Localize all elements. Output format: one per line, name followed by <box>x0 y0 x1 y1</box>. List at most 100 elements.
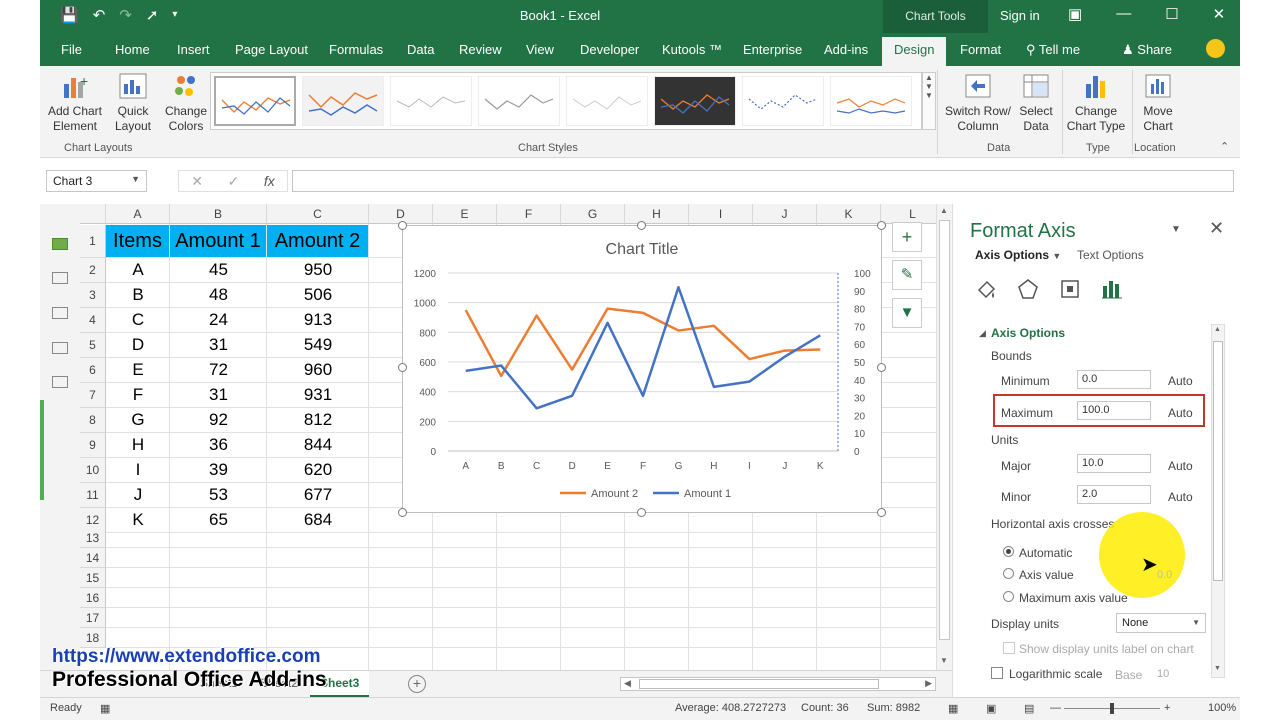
table-cell[interactable]: 812 <box>267 410 369 430</box>
sidebar-table-icon[interactable] <box>52 342 68 354</box>
column-header-h[interactable]: H <box>625 204 689 224</box>
select-all-corner[interactable] <box>80 204 106 224</box>
minimum-input[interactable]: 0.0 <box>1077 370 1151 389</box>
sign-in-link[interactable]: Sign in <box>1000 8 1040 23</box>
table-header-cell[interactable]: Amount 2 <box>267 225 368 257</box>
chart-resize-handle[interactable] <box>398 221 407 230</box>
table-cell[interactable]: J <box>106 485 170 505</box>
section-collapse-icon[interactable]: ◢ <box>979 328 986 339</box>
row-header[interactable]: 1 <box>80 225 106 258</box>
chart-style-5[interactable] <box>566 76 648 126</box>
minimum-auto-button[interactable]: Auto <box>1168 374 1193 388</box>
automatic-radio[interactable] <box>1003 546 1014 557</box>
row-header[interactable]: 7 <box>80 383 106 408</box>
tell-me-search[interactable]: ⚲ Tell me <box>1026 42 1080 58</box>
table-cell[interactable]: 45 <box>170 260 267 280</box>
table-cell[interactable]: 65 <box>170 510 267 530</box>
horizontal-scroll-thumb[interactable] <box>639 679 879 689</box>
add-sheet-icon[interactable]: + <box>408 675 426 693</box>
chart-resize-handle[interactable] <box>398 363 407 372</box>
name-box-dropdown-icon[interactable]: ▼ <box>131 174 140 184</box>
select-data-button[interactable]: Select Data <box>1016 72 1056 134</box>
chart-title[interactable]: Chart Title <box>606 241 679 258</box>
table-cell[interactable]: I <box>106 460 170 480</box>
table-cell[interactable]: 39 <box>170 460 267 480</box>
horizontal-scrollbar[interactable]: ◀ ▶ <box>620 677 936 691</box>
major-input[interactable]: 10.0 <box>1077 454 1151 473</box>
insert-function-icon[interactable]: fx <box>264 173 275 189</box>
column-header-i[interactable]: I <box>689 204 753 224</box>
row-header[interactable]: 14 <box>80 548 106 568</box>
row-header[interactable]: 17 <box>80 608 106 628</box>
table-cell[interactable]: 950 <box>267 260 369 280</box>
zoom-in-icon[interactable]: + <box>1164 702 1170 714</box>
row-header[interactable]: 16 <box>80 588 106 608</box>
row-header[interactable]: 15 <box>80 568 106 588</box>
tab-kutools[interactable]: Kutools ™ <box>662 42 722 57</box>
table-cell[interactable]: H <box>106 435 170 455</box>
pane-scrollbar[interactable]: ▲ ▼ <box>1211 324 1225 678</box>
scroll-right-icon[interactable]: ▶ <box>925 678 932 689</box>
chart-resize-handle[interactable] <box>637 508 646 517</box>
table-cell[interactable]: F <box>106 385 170 405</box>
collapse-ribbon-icon[interactable]: ⌃ <box>1220 140 1229 153</box>
table-cell[interactable]: A <box>106 260 170 280</box>
table-cell[interactable]: D <box>106 335 170 355</box>
table-cell[interactable]: 31 <box>170 385 267 405</box>
axis-value-input[interactable]: 0.0 <box>1157 569 1172 581</box>
tab-add-ins[interactable]: Add-ins <box>824 42 868 57</box>
fill-line-icon[interactable] <box>975 278 997 300</box>
chart-resize-handle[interactable] <box>637 221 646 230</box>
table-cell[interactable]: B <box>106 285 170 305</box>
chart-style-4[interactable] <box>478 76 560 126</box>
table-cell[interactable]: C <box>106 310 170 330</box>
show-display-units-checkbox[interactable] <box>1003 642 1015 654</box>
name-box[interactable]: Chart 3 ▼ <box>46 170 147 192</box>
table-cell[interactable]: 844 <box>267 435 369 455</box>
sidebar-sheet-icon[interactable] <box>52 238 68 250</box>
column-header-k[interactable]: K <box>817 204 881 224</box>
chart-resize-handle[interactable] <box>398 508 407 517</box>
scroll-down-icon[interactable]: ▼ <box>940 656 948 665</box>
maximum-axis-value-radio[interactable] <box>1003 591 1014 602</box>
display-units-select[interactable]: None ▼ <box>1116 613 1206 633</box>
vertical-scrollbar[interactable]: ▲ ▼ <box>936 204 952 670</box>
tab-axis-options[interactable]: Axis Options ▼ <box>975 248 1061 262</box>
chart-style-6[interactable] <box>654 76 736 126</box>
chart-resize-handle[interactable] <box>877 363 886 372</box>
chart-styles-brush-icon[interactable]: ✎ <box>892 260 922 290</box>
minor-input[interactable]: 2.0 <box>1077 485 1151 504</box>
tab-view[interactable]: View <box>526 42 554 57</box>
close-icon[interactable]: ✕ <box>1213 5 1226 23</box>
chart-style-8[interactable] <box>830 76 912 126</box>
sidebar-binoculars-icon[interactable] <box>52 376 68 388</box>
ribbon-display-options-icon[interactable]: ▣ <box>1068 5 1082 23</box>
base-input[interactable]: 10 <box>1157 668 1169 680</box>
chart-elements-plus-icon[interactable]: + <box>892 222 922 252</box>
add-chart-element-button[interactable]: + Add Chart Element <box>44 72 106 134</box>
minor-auto-button[interactable]: Auto <box>1168 490 1193 504</box>
feedback-smiley-icon[interactable] <box>1206 39 1225 58</box>
table-cell[interactable]: 931 <box>267 385 369 405</box>
column-header-b[interactable]: B <box>170 204 267 224</box>
scroll-left-icon[interactable]: ◀ <box>624 678 631 689</box>
chart-style-1[interactable] <box>214 76 296 126</box>
table-cell[interactable]: 913 <box>267 310 369 330</box>
logarithmic-scale-checkbox[interactable] <box>991 667 1003 679</box>
row-header[interactable]: 8 <box>80 408 106 433</box>
chart-style-3[interactable] <box>390 76 472 126</box>
macro-record-icon[interactable]: ▦ <box>100 702 110 715</box>
table-cell[interactable]: 72 <box>170 360 267 380</box>
series-line-1[interactable] <box>464 307 821 378</box>
pane-scroll-thumb[interactable] <box>1213 341 1223 581</box>
tab-format[interactable]: Format <box>960 42 1001 57</box>
table-cell[interactable]: 31 <box>170 335 267 355</box>
table-cell[interactable]: 24 <box>170 310 267 330</box>
column-header-e[interactable]: E <box>433 204 497 224</box>
tab-formulas[interactable]: Formulas <box>329 42 383 57</box>
row-header[interactable]: 5 <box>80 333 106 358</box>
row-header[interactable]: 9 <box>80 433 106 458</box>
axis-options-dropdown-icon[interactable]: ▼ <box>1052 251 1061 261</box>
normal-view-icon[interactable]: ▦ <box>948 702 958 715</box>
maximize-icon[interactable]: ☐ <box>1165 5 1178 23</box>
